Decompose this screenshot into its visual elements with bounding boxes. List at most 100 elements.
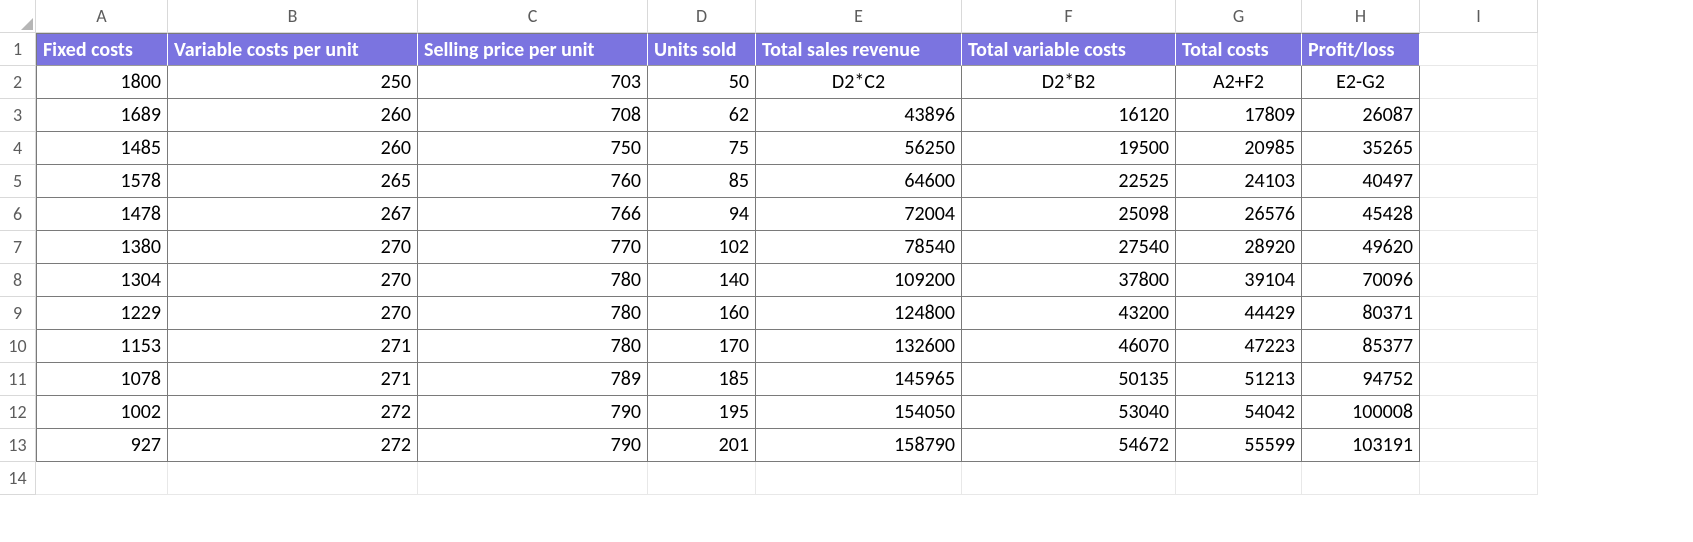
cell-A1[interactable]: Fixed costs: [36, 33, 168, 66]
row-header-13[interactable]: 13: [0, 429, 36, 462]
cell-F2[interactable]: D2*B2: [962, 66, 1176, 99]
cell-I4[interactable]: [1420, 132, 1538, 165]
row-header-8[interactable]: 8: [0, 264, 36, 297]
col-header-C[interactable]: C: [418, 0, 648, 33]
cell-B3[interactable]: 260: [168, 99, 418, 132]
cell-A12[interactable]: 1002: [36, 396, 168, 429]
row-header-2[interactable]: 2: [0, 66, 36, 99]
cell-F10[interactable]: 46070: [962, 330, 1176, 363]
cell-E4[interactable]: 56250: [756, 132, 962, 165]
cell-B6[interactable]: 267: [168, 198, 418, 231]
cell-C4[interactable]: 750: [418, 132, 648, 165]
cell-H12[interactable]: 100008: [1302, 396, 1420, 429]
cell-E1[interactable]: Total sales revenue: [756, 33, 962, 66]
cell-C11[interactable]: 789: [418, 363, 648, 396]
cell-I7[interactable]: [1420, 231, 1538, 264]
cell-B10[interactable]: 271: [168, 330, 418, 363]
cell-H9[interactable]: 80371: [1302, 297, 1420, 330]
cell-H10[interactable]: 85377: [1302, 330, 1420, 363]
cell-I14[interactable]: [1420, 462, 1538, 495]
cell-E10[interactable]: 132600: [756, 330, 962, 363]
col-header-E[interactable]: E: [756, 0, 962, 33]
cell-I8[interactable]: [1420, 264, 1538, 297]
cell-B4[interactable]: 260: [168, 132, 418, 165]
cell-F4[interactable]: 19500: [962, 132, 1176, 165]
cell-H1[interactable]: Profit/loss: [1302, 33, 1420, 66]
cell-B14[interactable]: [168, 462, 418, 495]
cell-G10[interactable]: 47223: [1176, 330, 1302, 363]
cell-F11[interactable]: 50135: [962, 363, 1176, 396]
cell-C8[interactable]: 780: [418, 264, 648, 297]
row-header-5[interactable]: 5: [0, 165, 36, 198]
cell-D5[interactable]: 85: [648, 165, 756, 198]
cell-G1[interactable]: Total costs: [1176, 33, 1302, 66]
cell-G3[interactable]: 17809: [1176, 99, 1302, 132]
cell-G13[interactable]: 55599: [1176, 429, 1302, 462]
cell-E5[interactable]: 64600: [756, 165, 962, 198]
cell-H13[interactable]: 103191: [1302, 429, 1420, 462]
row-header-4[interactable]: 4: [0, 132, 36, 165]
cell-A11[interactable]: 1078: [36, 363, 168, 396]
cell-F6[interactable]: 25098: [962, 198, 1176, 231]
col-header-H[interactable]: H: [1302, 0, 1420, 33]
cell-E8[interactable]: 109200: [756, 264, 962, 297]
cell-H5[interactable]: 40497: [1302, 165, 1420, 198]
cell-G6[interactable]: 26576: [1176, 198, 1302, 231]
cell-H8[interactable]: 70096: [1302, 264, 1420, 297]
cell-D4[interactable]: 75: [648, 132, 756, 165]
row-header-10[interactable]: 10: [0, 330, 36, 363]
cell-C10[interactable]: 780: [418, 330, 648, 363]
cell-C13[interactable]: 790: [418, 429, 648, 462]
cell-D10[interactable]: 170: [648, 330, 756, 363]
cell-E6[interactable]: 72004: [756, 198, 962, 231]
cell-C12[interactable]: 790: [418, 396, 648, 429]
cell-C2[interactable]: 703: [418, 66, 648, 99]
cell-H3[interactable]: 26087: [1302, 99, 1420, 132]
cell-A6[interactable]: 1478: [36, 198, 168, 231]
cell-B2[interactable]: 250: [168, 66, 418, 99]
cell-C5[interactable]: 760: [418, 165, 648, 198]
cell-I9[interactable]: [1420, 297, 1538, 330]
cell-I2[interactable]: [1420, 66, 1538, 99]
cell-G5[interactable]: 24103: [1176, 165, 1302, 198]
cell-E7[interactable]: 78540: [756, 231, 962, 264]
cell-G9[interactable]: 44429: [1176, 297, 1302, 330]
cell-D13[interactable]: 201: [648, 429, 756, 462]
cell-E13[interactable]: 158790: [756, 429, 962, 462]
cell-C1[interactable]: Selling price per unit: [418, 33, 648, 66]
cell-B5[interactable]: 265: [168, 165, 418, 198]
row-header-6[interactable]: 6: [0, 198, 36, 231]
cell-F13[interactable]: 54672: [962, 429, 1176, 462]
cell-I13[interactable]: [1420, 429, 1538, 462]
cell-F9[interactable]: 43200: [962, 297, 1176, 330]
cell-D2[interactable]: 50: [648, 66, 756, 99]
cell-G8[interactable]: 39104: [1176, 264, 1302, 297]
cell-G7[interactable]: 28920: [1176, 231, 1302, 264]
cell-F5[interactable]: 22525: [962, 165, 1176, 198]
cell-G14[interactable]: [1176, 462, 1302, 495]
cell-D8[interactable]: 140: [648, 264, 756, 297]
cell-F14[interactable]: [962, 462, 1176, 495]
cell-F12[interactable]: 53040: [962, 396, 1176, 429]
cell-D14[interactable]: [648, 462, 756, 495]
cell-H11[interactable]: 94752: [1302, 363, 1420, 396]
cell-I12[interactable]: [1420, 396, 1538, 429]
cell-A8[interactable]: 1304: [36, 264, 168, 297]
cell-A14[interactable]: [36, 462, 168, 495]
cell-I3[interactable]: [1420, 99, 1538, 132]
cell-F3[interactable]: 16120: [962, 99, 1176, 132]
row-header-14[interactable]: 14: [0, 462, 36, 495]
cell-D9[interactable]: 160: [648, 297, 756, 330]
cell-E11[interactable]: 145965: [756, 363, 962, 396]
cell-E14[interactable]: [756, 462, 962, 495]
cell-A3[interactable]: 1689: [36, 99, 168, 132]
cell-D11[interactable]: 185: [648, 363, 756, 396]
col-header-G[interactable]: G: [1176, 0, 1302, 33]
cell-F7[interactable]: 27540: [962, 231, 1176, 264]
cell-H7[interactable]: 49620: [1302, 231, 1420, 264]
cell-D6[interactable]: 94: [648, 198, 756, 231]
cell-C9[interactable]: 780: [418, 297, 648, 330]
select-all-corner[interactable]: [0, 0, 36, 33]
cell-E3[interactable]: 43896: [756, 99, 962, 132]
cell-G2[interactable]: A2+F2: [1176, 66, 1302, 99]
